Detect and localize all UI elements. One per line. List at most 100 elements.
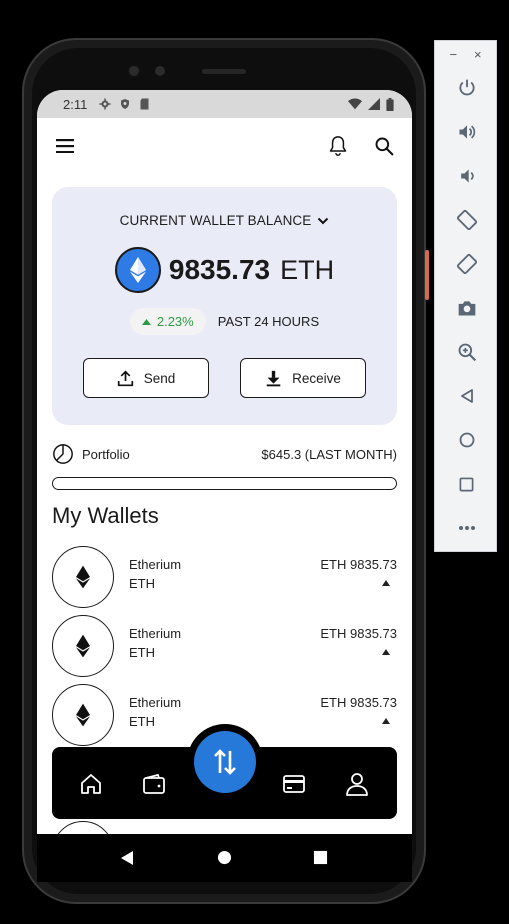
app-top-bar [37, 118, 412, 174]
chevron-down-icon [318, 217, 329, 224]
wallet-name: Etherium [129, 695, 182, 710]
portfolio-amount: $645.3 (LAST MONTH) [261, 446, 397, 462]
back-icon [460, 389, 473, 403]
trend-up-icon [382, 580, 390, 586]
trend-up-icon [382, 649, 390, 655]
balance-amount: 9835.73 [168, 254, 271, 285]
balance-row: 9835.73 ETH [52, 247, 397, 293]
wallet-symbol: ETH [129, 645, 155, 660]
wallet-balance: ETH 9835.73 [320, 626, 397, 641]
sensor [155, 66, 165, 76]
screenshot-button[interactable] [435, 293, 498, 323]
home-icon [81, 774, 101, 794]
emulator-window-controls: − × [435, 41, 496, 67]
change-period-label: PAST 24 HOURS [217, 314, 320, 329]
wifi-icon [348, 98, 362, 110]
emu-overview-button[interactable] [435, 469, 498, 499]
settings-gear-icon [99, 98, 111, 110]
download-icon [266, 370, 281, 386]
status-bar: 2:11 [37, 90, 412, 118]
rotate-right-button[interactable] [435, 249, 498, 279]
rotate-left-button[interactable] [435, 205, 498, 235]
change-row: 2.23% PAST 24 HOURS [52, 308, 397, 335]
wallet-symbol: ETH [129, 714, 155, 729]
minimize-icon[interactable]: − [449, 47, 457, 62]
notifications-button[interactable] [320, 128, 356, 164]
upload-icon [117, 369, 133, 386]
app-screen: 2:11 CURRENT WALLET BALANCE 9835.73 ETH … [37, 90, 412, 882]
nav-cards[interactable] [280, 770, 308, 798]
portfolio-progress-bar [52, 477, 397, 490]
hamburger-menu-icon [56, 139, 74, 153]
eth-wallet-icon [52, 615, 114, 677]
search-button[interactable] [366, 128, 402, 164]
change-badge: 2.23% [129, 308, 206, 335]
balance-title: CURRENT WALLET BALANCE [119, 213, 312, 228]
wallet-symbol: ETH [129, 576, 155, 591]
emulator-stage: 2:11 CURRENT WALLET BALANCE 9835.73 ETH … [0, 0, 509, 924]
side-button [425, 250, 429, 300]
trend-up-icon [382, 718, 390, 724]
fab-container [187, 724, 263, 800]
nav-profile[interactable] [343, 770, 371, 798]
volume-down-icon [460, 169, 474, 183]
rotate-left-icon [456, 209, 477, 231]
wallet-name: Etherium [129, 626, 182, 641]
zoom-button[interactable] [435, 337, 498, 367]
wallet-balance: ETH 9835.73 [320, 557, 397, 572]
eth-wallet-icon [52, 546, 114, 608]
send-label: Send [143, 370, 176, 386]
portfolio-row[interactable]: Portfolio $645.3 (LAST MONTH) [52, 440, 397, 468]
system-navigation-bar [37, 834, 412, 882]
portfolio-label: Portfolio [82, 446, 130, 462]
receive-label: Receive [292, 370, 341, 386]
menu-button[interactable] [47, 128, 83, 164]
send-button[interactable]: Send [83, 358, 209, 398]
camera-icon [458, 301, 475, 316]
battery-icon [386, 97, 394, 111]
recents-icon[interactable] [313, 850, 328, 865]
home-icon[interactable] [217, 850, 232, 865]
rotate-right-icon [456, 253, 477, 275]
front-camera [127, 64, 141, 78]
search-icon [375, 137, 394, 156]
more-icon [458, 526, 475, 530]
close-icon[interactable]: × [474, 47, 482, 62]
sd-card-icon [140, 98, 149, 110]
change-value: 2.23% [156, 314, 194, 329]
power-button[interactable] [435, 73, 498, 103]
triangle-up-icon [141, 318, 151, 325]
pie-chart-icon [53, 444, 73, 464]
signal-icon [368, 98, 380, 110]
profile-icon [346, 773, 368, 796]
zoom-icon [458, 343, 476, 362]
wallet-icon [143, 773, 165, 794]
emu-home-button[interactable] [435, 425, 498, 455]
wallet-item[interactable]: Etherium ETH ETH 9835.73 [52, 615, 397, 677]
shield-icon [121, 99, 130, 109]
action-buttons: Send Receive [83, 358, 366, 398]
nav-wallet[interactable] [140, 770, 168, 798]
volume-down-button[interactable] [435, 161, 498, 191]
earpiece-speaker [202, 69, 246, 74]
my-wallets-heading: My Wallets [52, 503, 159, 528]
emu-back-button[interactable] [435, 381, 498, 411]
wallet-balance-selector[interactable]: CURRENT WALLET BALANCE [52, 213, 397, 228]
home-icon [459, 432, 474, 448]
swap-icon [214, 749, 236, 775]
volume-up-icon [459, 125, 475, 139]
back-icon[interactable] [119, 850, 135, 866]
status-time: 2:11 [63, 96, 88, 112]
balance-unit: ETH [280, 254, 335, 285]
receive-button[interactable]: Receive [240, 358, 366, 398]
volume-up-button[interactable] [435, 117, 498, 147]
swap-button[interactable] [194, 731, 256, 793]
emu-more-button[interactable] [435, 513, 498, 543]
nav-home[interactable] [77, 770, 105, 798]
wallet-balance: ETH 9835.73 [320, 695, 397, 710]
emulator-toolbar: − × [434, 40, 497, 552]
balance-card: CURRENT WALLET BALANCE 9835.73 ETH 2.23%… [52, 187, 397, 425]
wallet-item[interactable]: Etherium ETH ETH 9835.73 [52, 546, 397, 608]
wallet-name: Etherium [129, 557, 182, 572]
power-icon [458, 79, 475, 96]
